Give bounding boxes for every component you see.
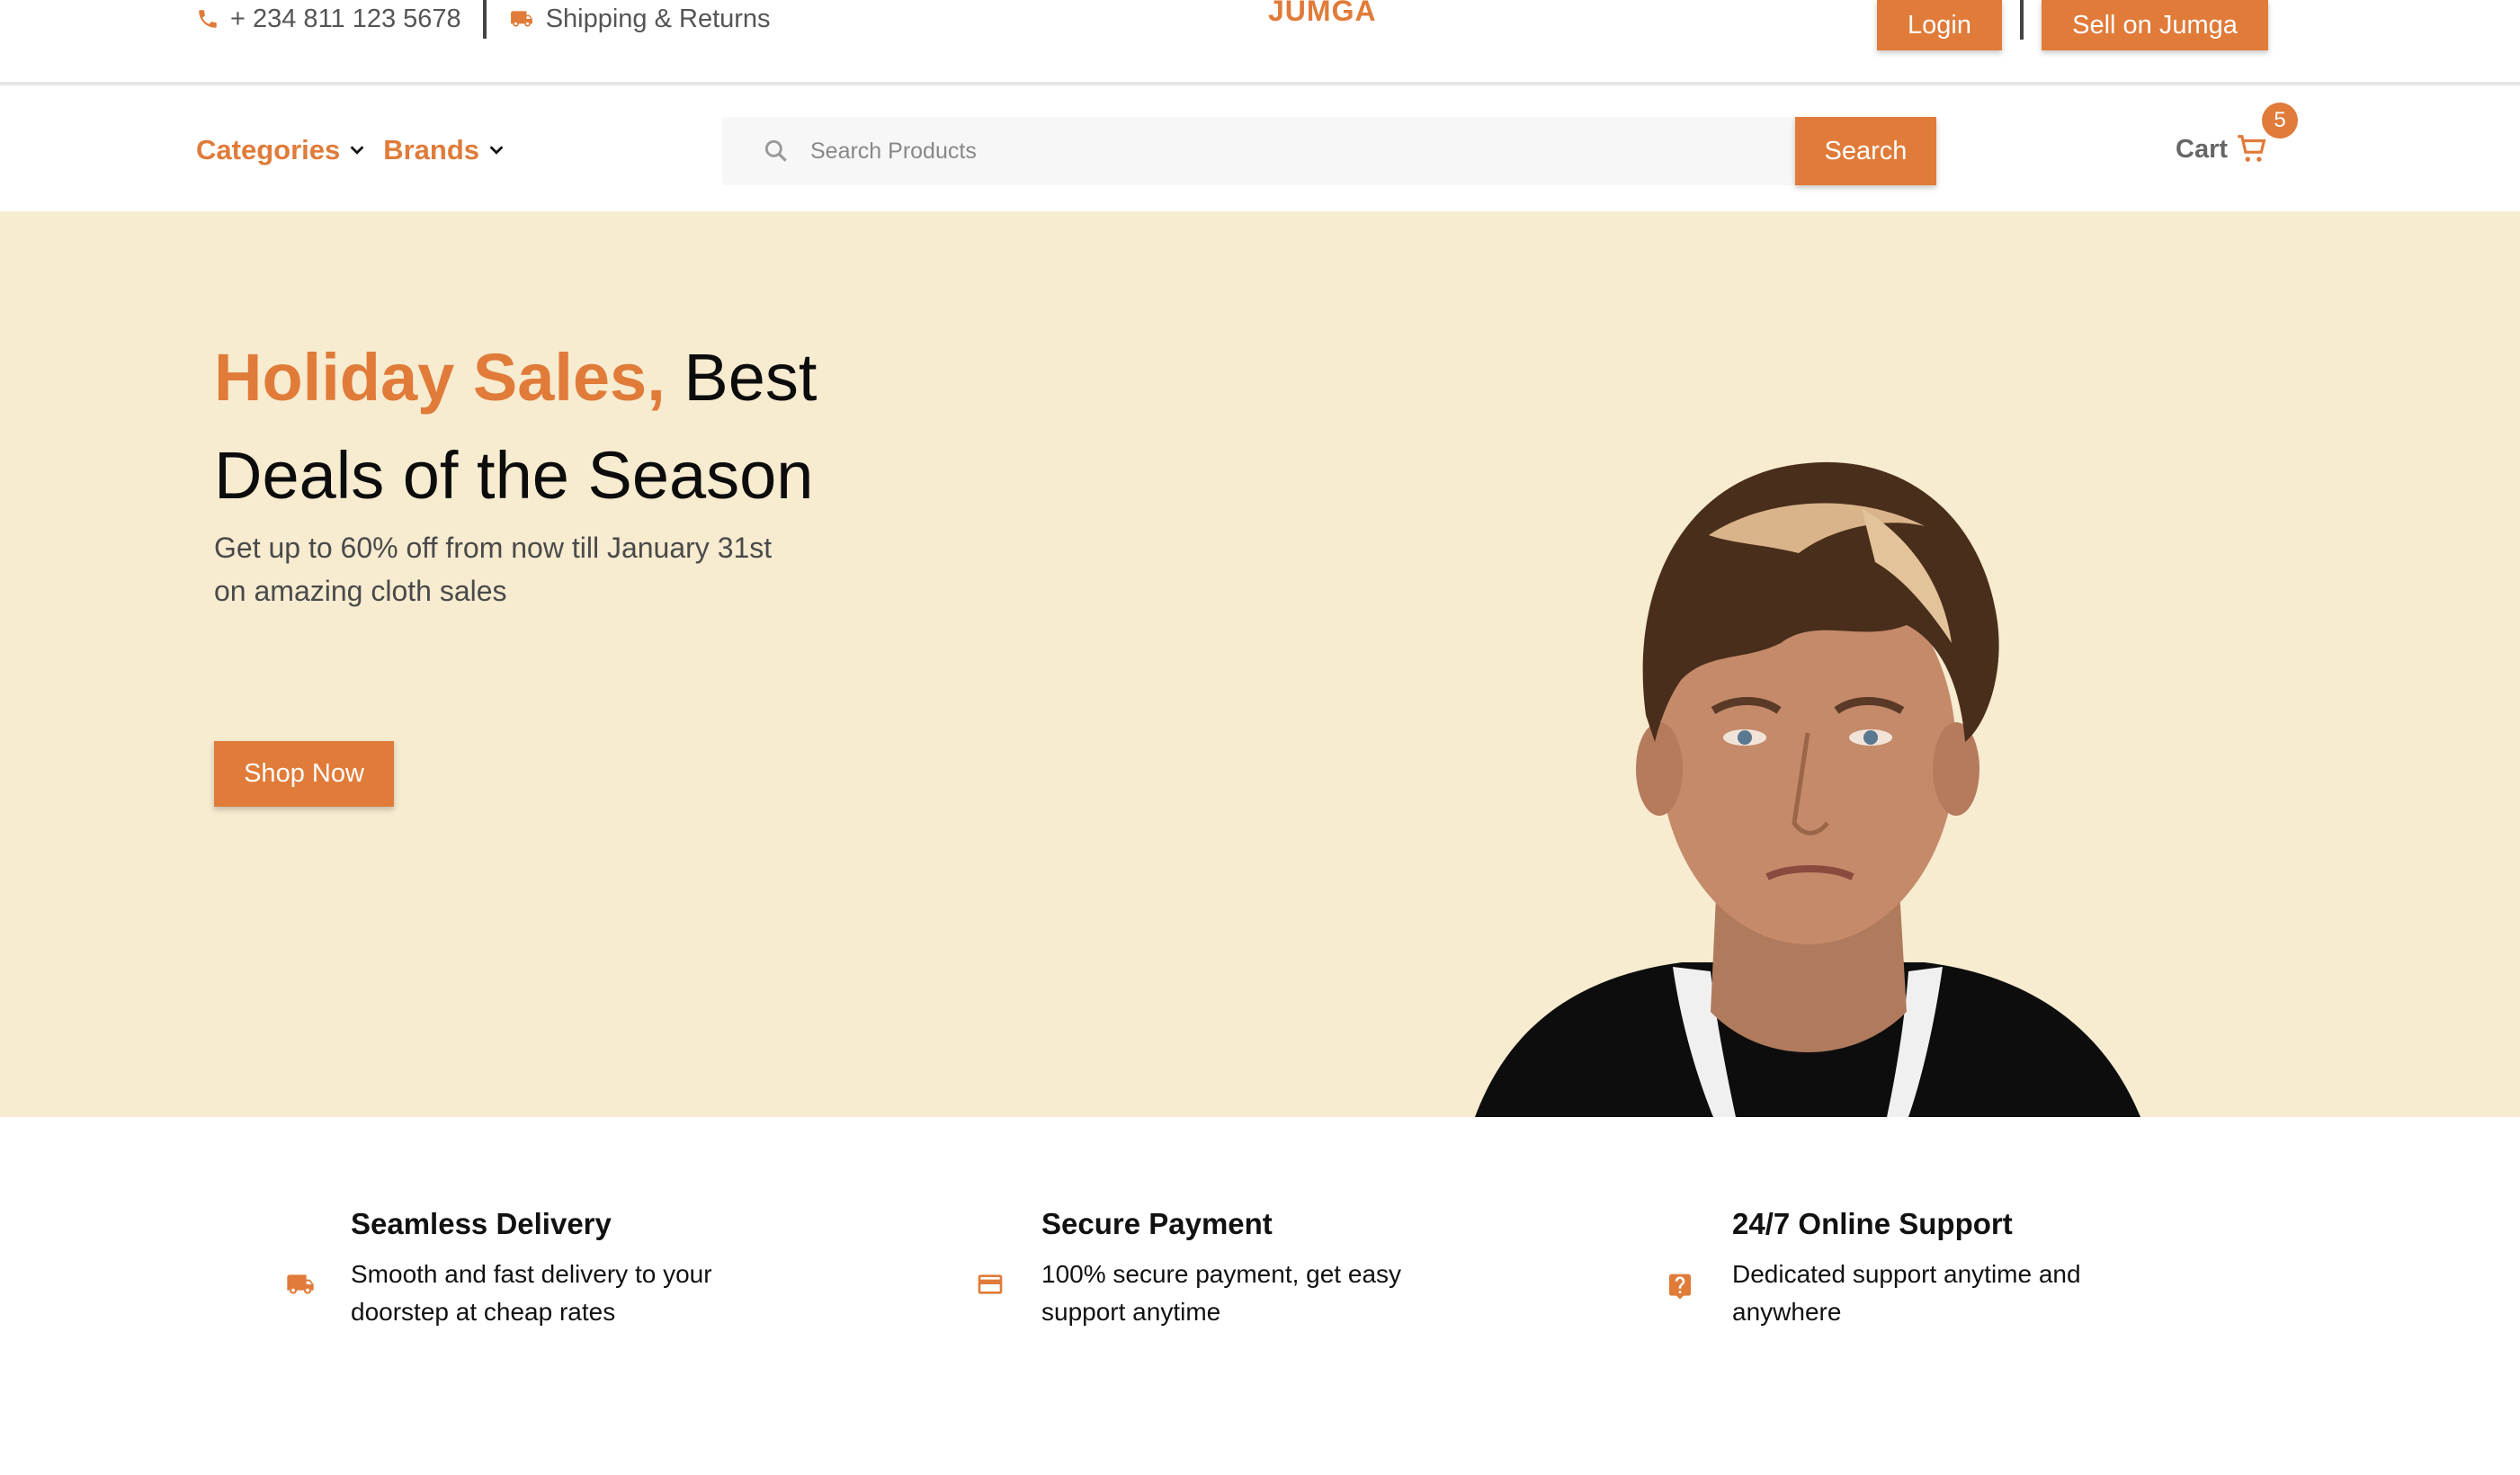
hero-title-accent: Holiday Sales,	[214, 340, 666, 415]
site-logo[interactable]: JUMGA	[1268, 0, 1377, 28]
search-field-container	[722, 117, 1795, 185]
shipping-returns-link[interactable]: Shipping & Returns	[508, 4, 771, 34]
cart-label: Cart	[2176, 134, 2229, 164]
chevron-down-icon	[489, 146, 504, 155]
search-icon	[764, 139, 787, 162]
brands-label: Brands	[383, 134, 480, 165]
account-actions: Login Sell on Jumga	[1877, 0, 2268, 50]
login-button[interactable]: Login	[1877, 0, 2002, 50]
help-icon	[1669, 1274, 1691, 1300]
feature-description: Smooth and fast delivery to your doorste…	[351, 1260, 712, 1326]
categories-label: Categories	[196, 134, 341, 165]
search-bar: Search	[722, 117, 1936, 185]
cart-icon-container: 5	[2235, 103, 2299, 166]
shop-now-button[interactable]: Shop Now	[214, 741, 394, 807]
hero-model-image	[1475, 461, 2140, 1117]
hero-banner: Holiday Sales, Best Deals of the Season …	[0, 211, 2520, 1117]
brands-dropdown[interactable]: Brands	[383, 134, 506, 166]
divider	[482, 0, 487, 39]
hero-subtitle: Get up to 60% off from now till January …	[214, 532, 773, 607]
search-input[interactable]	[810, 138, 1755, 165]
features-section: Seamless Delivery Smooth and fast delive…	[0, 1117, 2520, 1475]
phone-number: + 234 811 123 5678	[230, 4, 461, 33]
search-button[interactable]: Search	[1795, 117, 1936, 185]
nav-dropdowns: Categories Brands	[196, 134, 523, 166]
shipping-returns-label: Shipping & Returns	[545, 4, 771, 33]
hero-title: Holiday Sales, Best Deals of the Season	[214, 328, 862, 524]
truck-icon	[510, 11, 532, 27]
credit-card-icon	[978, 1274, 1003, 1294]
feature-description: Dedicated support anytime and anywhere	[1732, 1260, 2081, 1326]
phone-icon	[199, 10, 217, 28]
truck-icon	[287, 1274, 314, 1294]
feature-description: 100% secure payment, get easy support an…	[1041, 1260, 1402, 1326]
feature-title: Seamless Delivery	[351, 1207, 612, 1240]
categories-dropdown[interactable]: Categories	[196, 134, 367, 166]
feature-title: 24/7 Online Support	[1732, 1207, 2013, 1240]
cart-count-badge: 5	[2262, 103, 2299, 139]
cart-button[interactable]: Cart 5	[2176, 103, 2299, 166]
top-utility-bar: + 234 811 123 5678 Shipping & Returns JU…	[0, 0, 2520, 85]
feature-title: Secure Payment	[1041, 1207, 1273, 1240]
chevron-down-icon	[350, 146, 364, 155]
sell-on-jumga-button[interactable]: Sell on Jumga	[2042, 0, 2268, 50]
divider	[2020, 0, 2024, 40]
phone-contact[interactable]: + 234 811 123 5678	[196, 4, 461, 34]
contact-info: + 234 811 123 5678 Shipping & Returns	[196, 0, 771, 39]
main-navbar: Categories Brands Search Cart	[0, 89, 2520, 211]
shopping-cart-icon	[2238, 135, 2266, 162]
